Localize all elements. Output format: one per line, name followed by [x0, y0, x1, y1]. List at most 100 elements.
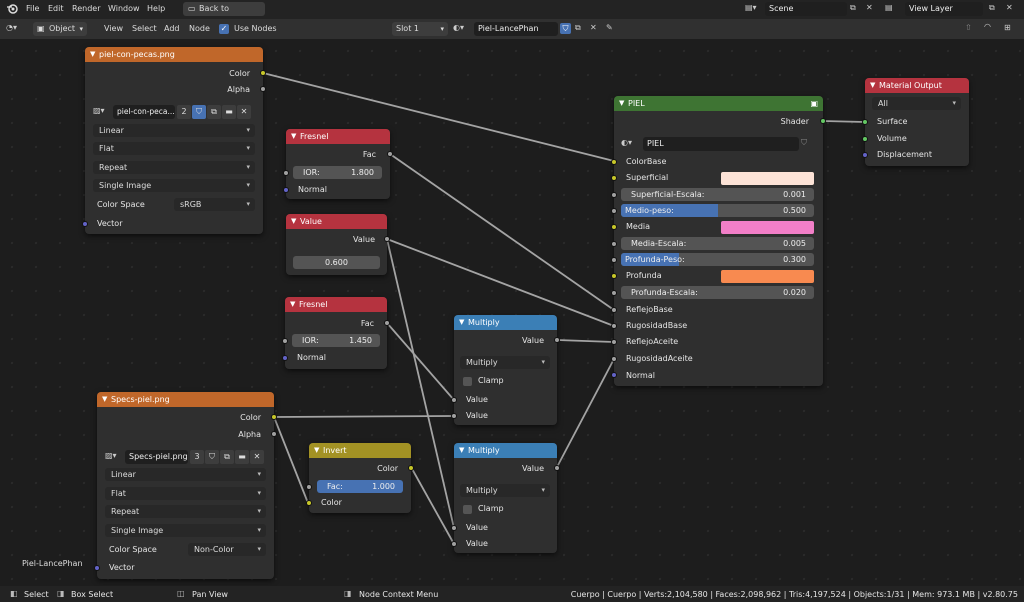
ior-field[interactable]: IOR: 1.450	[292, 334, 380, 347]
interpolation-dropdown[interactable]: Linear ▾	[93, 124, 255, 137]
source-dropdown[interactable]: Single Image ▾	[93, 179, 255, 192]
collapse-icon[interactable]: ▼	[459, 443, 464, 458]
collapse-icon[interactable]: ▼	[314, 443, 319, 458]
new-image-icon[interactable]: ⧉	[220, 450, 234, 464]
pin-icon[interactable]: ✎	[606, 23, 613, 32]
value-field[interactable]: 0.600	[293, 256, 380, 269]
material-browse-icon[interactable]: ◐▾	[453, 23, 464, 32]
parent-node-tree-icon[interactable]: ⇧	[965, 23, 972, 32]
socket-colorbase-in[interactable]	[611, 159, 617, 165]
scene-field[interactable]: Scene	[765, 2, 847, 16]
operation-dropdown[interactable]: Multiply ▾	[460, 484, 550, 497]
socket-value-in-2[interactable]	[451, 541, 457, 547]
node-header[interactable]: ▼ Specs-piel.png	[97, 392, 274, 407]
socket-ior-in[interactable]	[283, 170, 289, 176]
editor-type-icon[interactable]: ◔▾	[6, 23, 17, 32]
node-header[interactable]: ▼ Fresnel	[286, 129, 390, 144]
menu-file[interactable]: File	[26, 4, 39, 13]
socket-vector-in[interactable]	[94, 565, 100, 571]
socket-normal-in[interactable]	[283, 187, 289, 193]
node-fresnel-2[interactable]: ▼ Fresnel Fac IOR: 1.450 Normal	[282, 297, 390, 369]
socket-color-out[interactable]	[408, 465, 414, 471]
menu-help[interactable]: Help	[147, 4, 165, 13]
socket-value-out[interactable]	[384, 236, 390, 242]
socket-media-in[interactable]	[611, 224, 617, 230]
socket-fac-in[interactable]	[306, 484, 312, 490]
node-header[interactable]: ▼ Material Output	[865, 78, 969, 93]
menu-window[interactable]: Window	[108, 4, 140, 13]
node-value[interactable]: ▼ Value Value 0.600	[286, 214, 390, 275]
view-layer-icon[interactable]: ▤	[885, 3, 893, 12]
collapse-icon[interactable]: ▼	[102, 392, 107, 407]
menu-select[interactable]: Select	[132, 24, 157, 33]
menu-edit[interactable]: Edit	[48, 4, 64, 13]
socket-color-out[interactable]	[271, 414, 277, 420]
unlink-image-icon[interactable]: ✕	[237, 105, 251, 119]
collapse-icon[interactable]: ▼	[291, 214, 296, 229]
use-nodes-checkbox[interactable]: ✓	[219, 24, 229, 34]
new-image-icon[interactable]: ⧉	[207, 105, 221, 119]
socket-alpha-out[interactable]	[260, 86, 266, 92]
socket-superficial-in[interactable]	[611, 175, 617, 181]
medio-peso-slider[interactable]: Medio-peso: 0.500	[621, 204, 814, 217]
socket-value-in-1[interactable]	[451, 525, 457, 531]
node-material-output[interactable]: ▼ Material Output All ▾ Surface Volume Dis…	[862, 78, 969, 166]
collapse-icon[interactable]: ▼	[90, 47, 95, 62]
open-folder-icon[interactable]: ▬	[235, 450, 249, 464]
socket-profunda-escala-in[interactable]	[611, 290, 617, 296]
socket-ior-in[interactable]	[282, 338, 288, 344]
socket-normal-in[interactable]	[611, 372, 617, 378]
object-mode-dropdown[interactable]: ▣ Object ▾	[33, 22, 87, 36]
delete-scene-icon[interactable]: ✕	[866, 3, 873, 12]
operation-dropdown[interactable]: Multiply ▾	[460, 356, 550, 369]
socket-fac-out[interactable]	[384, 320, 390, 326]
socket-value-out[interactable]	[554, 465, 560, 471]
menu-view[interactable]: View	[104, 24, 123, 33]
color-space-dropdown[interactable]: Non-Color ▾	[188, 543, 266, 556]
socket-value-out[interactable]	[554, 337, 560, 343]
extension-dropdown[interactable]: Repeat ▾	[93, 161, 255, 174]
collapse-icon[interactable]: ▼	[290, 297, 295, 312]
socket-profunda-peso-in[interactable]	[611, 257, 617, 263]
menu-add[interactable]: Add	[164, 24, 180, 33]
socket-fac-out[interactable]	[387, 151, 393, 157]
socket-value-in-2[interactable]	[451, 413, 457, 419]
ior-field[interactable]: IOR: 1.800	[293, 166, 382, 179]
profunda-peso-slider[interactable]: Profunda-Peso: 0.300	[621, 253, 814, 266]
socket-color-out[interactable]	[260, 70, 266, 76]
superficial-escala-field[interactable]: Superficial-Escala: 0.001	[621, 188, 814, 201]
extension-dropdown[interactable]: Repeat ▾	[105, 505, 266, 518]
duplicate-material-icon[interactable]: ⧉	[575, 23, 581, 33]
node-math-multiply-2[interactable]: ▼ Multiply Value Multiply ▾ Clamp Value Va…	[451, 443, 560, 553]
blender-logo-icon[interactable]	[6, 3, 18, 15]
socket-surface-in[interactable]	[862, 119, 868, 125]
socket-superficial-escala-in[interactable]	[611, 192, 617, 198]
collapse-icon[interactable]: ▼	[619, 96, 624, 111]
clamp-checkbox[interactable]	[463, 377, 472, 386]
scene-icon[interactable]: ▤▾	[745, 3, 757, 12]
socket-media-escala-in[interactable]	[611, 241, 617, 247]
material-name-field[interactable]: Piel-LancePhan	[474, 22, 558, 36]
node-header[interactable]: ▼ piel-con-pecas.png	[85, 47, 263, 62]
socket-reflejoaceite-in[interactable]	[611, 339, 617, 345]
collapse-icon[interactable]: ▼	[291, 129, 296, 144]
socket-normal-in[interactable]	[282, 355, 288, 361]
node-header[interactable]: ▼ Multiply	[454, 443, 557, 458]
target-dropdown[interactable]: All ▾	[872, 97, 961, 110]
clamp-checkbox[interactable]	[463, 505, 472, 514]
node-fresnel-1[interactable]: ▼ Fresnel Fac IOR: 1.800 Normal	[283, 129, 393, 199]
collapse-icon[interactable]: ▼	[870, 78, 875, 93]
socket-color-in[interactable]	[306, 500, 312, 506]
socket-alpha-out[interactable]	[271, 431, 277, 437]
delete-view-layer-icon[interactable]: ✕	[1006, 3, 1013, 12]
node-math-multiply-1[interactable]: ▼ Multiply Value Multiply ▾ Clamp Value Va…	[451, 315, 560, 425]
menu-render[interactable]: Render	[72, 4, 100, 13]
socket-vector-in[interactable]	[82, 221, 88, 227]
image-name-field[interactable]: Specs-piel.png	[125, 450, 188, 464]
socket-rugosidadbase-in[interactable]	[611, 323, 617, 329]
fake-user-shield-icon[interactable]: ⛉	[192, 105, 206, 119]
color-space-dropdown[interactable]: sRGB ▾	[174, 198, 255, 211]
snap-icon[interactable]: ◠	[984, 22, 991, 31]
snap-target-icon[interactable]: ⊞	[1004, 23, 1011, 32]
view-layer-field[interactable]: View Layer	[905, 2, 983, 16]
